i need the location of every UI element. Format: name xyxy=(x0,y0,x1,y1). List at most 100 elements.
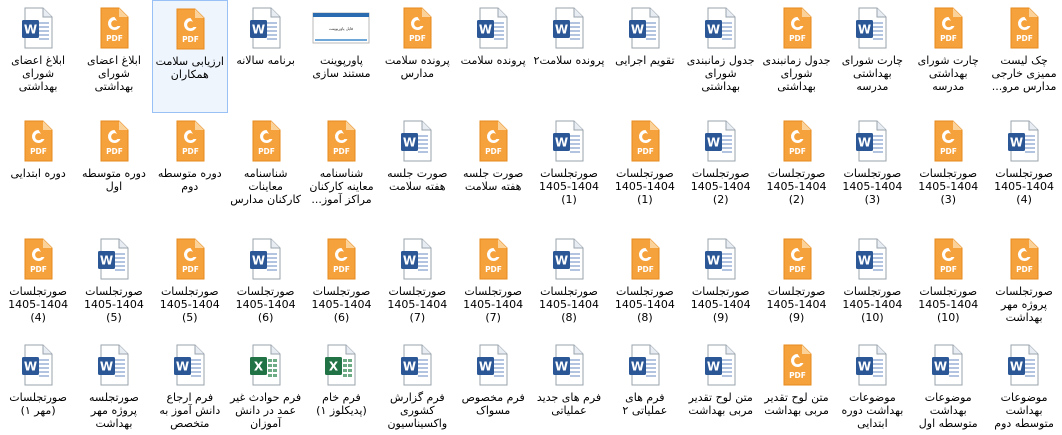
file-item[interactable]: W صورتجلسات (مهر ۱) xyxy=(0,337,76,435)
file-item[interactable]: PDF صورتجلسات 1404-1405 (10) xyxy=(910,231,986,337)
file-name-label: صورتجلسات 1404-1405 (8) xyxy=(614,285,675,324)
file-item[interactable]: PDF صورتجلسات 1404-1405 (6) xyxy=(304,231,380,337)
file-item[interactable]: فایل پاورپوینت پاورپوینت مستند سازی xyxy=(304,0,380,113)
file-name-label: صورتجلسات 1404-1405 (5) xyxy=(83,285,144,324)
file-item[interactable]: W ابلاغ اعضای شورای بهداشتی xyxy=(0,0,76,113)
file-item[interactable]: W پرونده سلامت۲ xyxy=(531,0,607,113)
file-item[interactable]: W صورتجلسات 1404-1405 (4) xyxy=(986,113,1062,231)
file-item[interactable]: W صورتجلسات 1404-1405 (2) xyxy=(683,113,759,231)
file-item[interactable]: PDF ارزیابی سلامت همکاران xyxy=(151,0,228,113)
file-name-label: فرم مخصوص مسواک xyxy=(461,391,525,417)
file-item[interactable]: W موضوعات بهداشت متوسطه اول xyxy=(910,337,986,435)
svg-text:W: W xyxy=(555,254,568,268)
file-name-label: چارت شورای بهداشتی مدرسه xyxy=(917,54,979,93)
file-item[interactable]: PDF صورتجلسات 1404-1405 (9) xyxy=(759,231,835,337)
file-item[interactable]: PDF جدول زمانبندی شورای بهداشتی xyxy=(759,0,835,113)
file-item[interactable]: PDF دوره متوسطه دوم xyxy=(152,113,228,231)
file-item[interactable]: W صورتجلسات 1404-1405 (6) xyxy=(228,231,304,337)
file-name-label: ابلاغ اعضای شورای بهداشتی xyxy=(87,54,141,93)
word-document-icon: W xyxy=(628,344,662,386)
file-item[interactable]: W فرم گزارش کشوری واکسیناسیون xyxy=(379,337,455,435)
file-item[interactable]: PDF صورت جلسه هفته سلامت xyxy=(455,113,531,231)
file-item[interactable]: PDF صورتجلسات 1404-1405 (4) xyxy=(0,231,76,337)
file-item[interactable]: X فرم خام (پدیکلوز ۱) xyxy=(304,337,380,435)
file-item[interactable]: PDF صورتجلسات 1404-1405 (2) xyxy=(759,113,835,231)
file-name-label: صورتجلسات 1404-1405 (10) xyxy=(918,285,979,324)
file-item[interactable]: PDF صورتجلسات 1404-1405 (1) xyxy=(607,113,683,231)
file-item[interactable]: W موضوعات بهداشت متوسطه دوم xyxy=(986,337,1062,435)
file-item[interactable]: PDF شناسنامه معاینات کارکنان مدارس xyxy=(228,113,304,231)
word-document-icon: W xyxy=(400,238,434,280)
file-item[interactable]: W فرم ارجاع دانش آموز به متخصص xyxy=(152,337,228,435)
file-item[interactable]: W فرم های جدید عملیاتی xyxy=(531,337,607,435)
file-item[interactable]: W صورتجلسات 1404-1405 (3) xyxy=(834,113,910,231)
file-item[interactable]: W صورتجلسات 1404-1405 (8) xyxy=(531,231,607,337)
word-document-icon: W xyxy=(855,344,889,386)
file-item[interactable]: W چارت شورای بهداشتی مدرسه xyxy=(834,0,910,113)
file-item[interactable]: W برنامه سالانه xyxy=(228,0,304,113)
file-item[interactable]: W صورتجلسات 1404-1405 (5) xyxy=(76,231,152,337)
file-item[interactable]: W پرونده سلامت xyxy=(455,0,531,113)
file-item[interactable]: W موضوعات بهداشت دوره ابتدایی xyxy=(834,337,910,435)
file-name-label: صورتجلسه پروژه مهر بهداشت xyxy=(89,391,139,430)
pdf-document-icon: PDF xyxy=(324,238,358,280)
svg-text:PDF: PDF xyxy=(334,265,351,274)
file-item[interactable]: PDF دوره متوسطه اول xyxy=(76,113,152,231)
svg-text:W: W xyxy=(403,254,416,268)
file-item[interactable]: PDF متن لوح تقدیر مربی بهداشت xyxy=(759,337,835,435)
file-item[interactable]: W صورتجلسات 1404-1405 (9) xyxy=(683,231,759,337)
svg-text:W: W xyxy=(858,136,871,150)
file-name-label: دوره متوسطه دوم xyxy=(157,167,222,193)
pdf-document-icon: PDF xyxy=(249,120,283,162)
file-item[interactable]: W فرم مخصوص مسواک xyxy=(455,337,531,435)
file-name-label: صورتجلسات 1404-1405 (9) xyxy=(690,285,751,324)
file-item[interactable]: PDF شناسنامه معاینه کارکنان مراکز آموز..… xyxy=(304,113,380,231)
svg-text:PDF: PDF xyxy=(637,147,654,156)
file-item[interactable]: PDF چک لیست ممیزی خارجی مدارس مرو... xyxy=(986,0,1062,113)
file-item[interactable]: PDF صورتجلسات 1404-1405 (8) xyxy=(607,231,683,337)
file-item[interactable]: PDF ابلاغ اعضای شورای بهداشتی xyxy=(76,0,152,113)
word-document-icon: W xyxy=(628,7,662,49)
pdf-document-icon: PDF xyxy=(324,120,358,162)
file-name-label: ارزیابی سلامت همکاران xyxy=(155,55,224,81)
svg-text:PDF: PDF xyxy=(940,265,957,274)
file-item[interactable]: W صورتجلسات 1404-1405 (1) xyxy=(531,113,607,231)
word-document-icon: W xyxy=(1007,344,1041,386)
svg-text:PDF: PDF xyxy=(789,265,806,274)
file-name-label: صورتجلسات 1404-1405 (1) xyxy=(539,167,599,206)
file-item[interactable]: W تقویم اجرایی xyxy=(607,0,683,113)
pdf-document-icon: PDF xyxy=(931,120,965,162)
pdf-document-icon: PDF xyxy=(476,238,510,280)
file-name-label: صورتجلسات پروژه مهر بهداشت xyxy=(995,285,1053,324)
svg-text:W: W xyxy=(707,360,720,374)
file-item[interactable]: W صورتجلسه پروژه مهر بهداشت xyxy=(76,337,152,435)
file-item[interactable]: X فرم حوادث غیر عمد در دانش آموزان xyxy=(228,337,304,435)
file-item[interactable]: W صورتجلسات 1404-1405 (7) xyxy=(379,231,455,337)
file-item[interactable]: PDF صورتجلسات 1404-1405 (7) xyxy=(455,231,531,337)
file-item[interactable]: W جدول زمانبندی شورای بهداشتی xyxy=(683,0,759,113)
word-document-icon: W xyxy=(97,344,131,386)
file-name-label: برنامه سالانه xyxy=(236,54,295,67)
file-name-label: صورتجلسات 1404-1405 (10) xyxy=(842,285,903,324)
file-item[interactable]: PDF پرونده سلامت مدارس xyxy=(379,0,455,113)
file-name-label: صورت جلسه هفته سلامت xyxy=(387,167,448,193)
svg-text:W: W xyxy=(631,360,644,374)
file-item[interactable]: PDF چارت شورای بهداشتی مدرسه xyxy=(910,0,986,113)
pdf-document-icon: PDF xyxy=(97,120,131,162)
file-item[interactable]: PDF صورتجلسات پروژه مهر بهداشت xyxy=(986,231,1062,337)
file-name-label: صورتجلسات 1404-1405 (8) xyxy=(539,285,599,324)
file-item[interactable]: PDF صورتجلسات 1404-1405 (3) xyxy=(910,113,986,231)
file-item[interactable]: W متن لوح تقدیر مربی بهداشت xyxy=(683,337,759,435)
file-item[interactable]: PDF صورتجلسات 1404-1405 (5) xyxy=(152,231,228,337)
file-item[interactable]: W صورت جلسه هفته سلامت xyxy=(379,113,455,231)
file-name-label: تقویم اجرایی xyxy=(615,54,675,67)
svg-text:W: W xyxy=(479,360,492,374)
svg-text:W: W xyxy=(252,254,265,268)
word-document-icon: W xyxy=(552,7,586,49)
word-document-icon: W xyxy=(552,344,586,386)
file-name-label: صورتجلسات 1404-1405 (7) xyxy=(387,285,448,324)
file-name-label: فرم خام (پدیکلوز ۱) xyxy=(316,391,367,417)
file-item[interactable]: W صورتجلسات 1404-1405 (10) xyxy=(834,231,910,337)
file-item[interactable]: W فرم های عملیاتی ۲ xyxy=(607,337,683,435)
file-item[interactable]: PDF دوره ابتدایی xyxy=(0,113,76,231)
